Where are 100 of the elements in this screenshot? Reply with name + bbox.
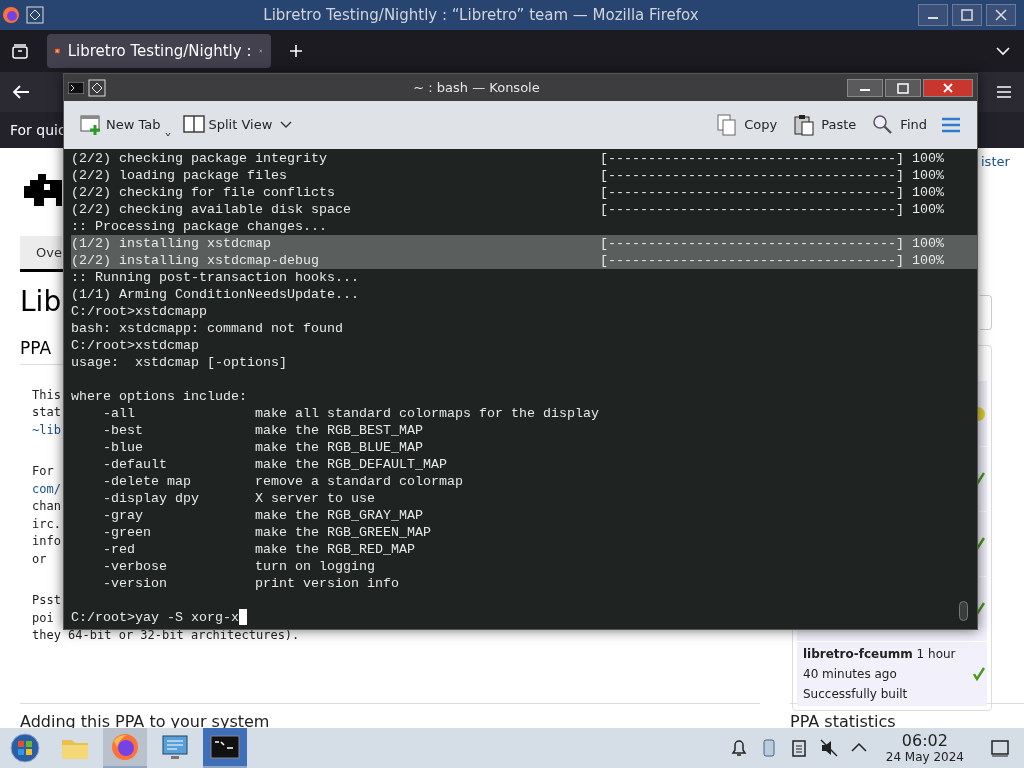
option-name: -version [102,575,168,592]
option-description: make the RGB_DEFAULT_MAP [255,456,447,473]
section-heading: PPA [20,338,52,358]
option-name: -best [102,422,144,439]
taskbar-button[interactable] [203,728,247,768]
register-link[interactable]: ister [981,152,1010,172]
toolbar-button[interactable]: New Tab [80,110,171,140]
clipboard-icon [793,114,816,136]
option-description: make the RGB_RED_MAP [255,541,415,558]
tab-title: Libretro Testing/Nightly : [67,40,252,62]
muted-speaker-icon[interactable] [818,738,839,758]
terminal-line: (2/2) checking for file conflicts [71,184,336,201]
caret-icon [164,132,171,138]
scrollbar-handle[interactable] [959,601,968,621]
pin-icon[interactable] [88,78,106,97]
page-tab[interactable]: Ove [20,236,62,269]
toolbar-button[interactable]: Copy [716,110,778,140]
option-description: make the RGB_BLUE_MAP [255,439,423,456]
terminal-line: bash: xstdcmapp: command not found [71,320,343,337]
option-description: X server to use [255,490,375,507]
paragraph-line: This [32,386,61,404]
terminal-line: :: Processing package changes... [71,218,327,235]
paragraph-line: stat [32,404,61,421]
terminal-icon [68,81,84,94]
option-description: print version info [255,575,399,592]
prompt-line: C:/root>yay -S xorg-x [71,609,239,626]
terminal-line: (1/2) installing xstdcmap [71,235,272,252]
paragraph-line: info [32,533,61,550]
paragraph-line: Psst [32,592,61,609]
option-name: -green [102,524,152,541]
window-title: ~ : bash — Konsole [412,78,541,97]
progress-text: [------------------------------------] 100% [600,150,944,167]
text-cursor [238,609,247,625]
progress-text: [------------------------------------] 100% [600,167,944,184]
back-arrow-icon[interactable] [12,84,30,100]
show-desktop-icon[interactable] [990,738,1010,758]
terminal-line: C:/root>xstdcmapp [71,303,207,320]
tab-list-icon[interactable] [11,43,29,59]
paragraph-line: poi [32,609,54,627]
terminal-line: (2/2) installing xstdcmap-debug [71,252,320,269]
paragraph-line: For [32,463,54,480]
firefox-icon [109,731,141,763]
build-title: libretro-fceumm 1 hour 40 minutes ago [803,646,957,683]
pin-icon[interactable] [26,6,44,24]
option-description: make the RGB_BEST_MAP [255,422,423,439]
progress-text: [------------------------------------] 100% [600,252,944,269]
taskbar-button[interactable] [103,728,147,768]
clock-time[interactable]: 06:02 [901,731,948,750]
paragraph-line: they 64-bit or 32-bit architectures). [32,627,300,644]
build-result: Successfully built [803,686,909,703]
window-title: Libretro Testing/Nightly : “Libretro” team — Mozilla Firefox [263,4,699,26]
terminal-line: (2/2) loading package files [71,167,288,184]
chevron-down-icon[interactable] [280,121,293,129]
paragraph-line: irc. [32,515,61,533]
terminal-line: where options include: [71,388,247,405]
browser-tab[interactable]: Libretro Testing/Nightly : [47,34,271,68]
close-button[interactable] [923,78,973,97]
page-heading: Lib [20,284,62,320]
split-view-icon [182,114,205,136]
terminal-line: (1/1) Arming ConditionNeedsUpdate... [71,286,359,303]
notice-text: For quic [10,120,66,140]
terminal-line: C:/root>xstdcmap [71,337,199,354]
option-name: -gray [102,507,144,524]
section-heading: PPA statistics [790,712,896,731]
option-name: -default [102,456,168,473]
toolbar-button[interactable]: Find [872,110,927,140]
paragraph-line: or [32,550,47,568]
option-description: turn on logging [255,558,375,575]
new-tab-icon[interactable] [289,44,303,58]
terminal-line: usage: xstdcmap [-options] [71,354,287,371]
option-name: -verbose [102,558,168,575]
option-description: remove a standard colormap [255,473,463,490]
text-link[interactable]: ~lib [32,421,61,439]
maximize-button[interactable] [885,78,921,97]
check-icon [973,667,985,681]
toolbar-button[interactable]: Split View [182,110,273,140]
option-name: -red [102,541,136,558]
progress-text: [------------------------------------] 100% [600,201,944,218]
option-name: -display dpy [102,490,200,507]
option-description: make the RGB_GRAY_MAP [255,507,423,524]
option-description: make all standard colormaps for the display [255,405,599,422]
firefox-icon[interactable] [2,6,20,24]
new-tab-icon [80,114,102,136]
progress-text: [------------------------------------] 100% [600,235,944,252]
terminal-line: (2/2) checking package integrity [71,150,328,167]
search-field[interactable] [980,295,992,330]
terminal-line: :: Running post-transaction hooks... [71,269,359,286]
section-heading: Adding this PPA to your system [20,712,270,731]
minimize-button[interactable] [847,78,883,97]
option-description: make the RGB_GREEN_MAP [255,524,431,541]
toolbar-button[interactable]: Paste [793,110,857,140]
copy-icon [716,114,739,136]
paragraph-line: chan [32,498,61,515]
option-name: -delete map [102,473,192,490]
terminal[interactable] [64,149,977,629]
start-icon [9,732,41,764]
clock-date[interactable]: 24 May 2024 [885,749,964,765]
text-link[interactable]: com/ [32,480,61,498]
option-name: -blue [102,439,144,456]
option-name: -all [102,405,136,422]
